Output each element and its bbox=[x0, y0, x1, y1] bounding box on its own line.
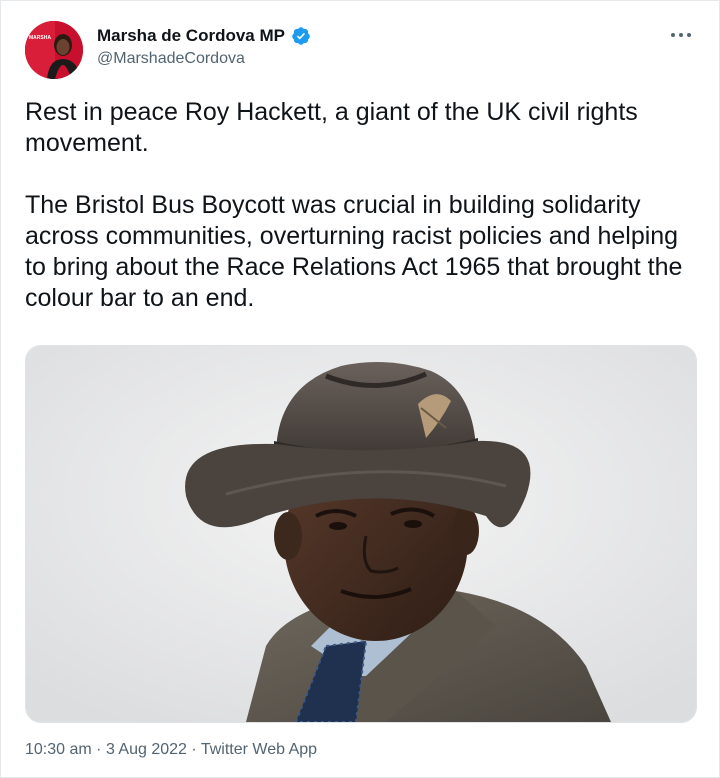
tweet-paragraph-1: Rest in peace Roy Hackett, a giant of th… bbox=[25, 98, 638, 157]
display-name[interactable]: Marsha de Cordova MP bbox=[97, 26, 285, 46]
tweet-photo[interactable] bbox=[25, 345, 697, 723]
tweet-date[interactable]: 3 Aug 2022 bbox=[106, 741, 187, 758]
verified-badge-icon bbox=[291, 26, 311, 46]
tweet-meta: 10:30 am · 3 Aug 2022 · Twitter Web App bbox=[25, 741, 317, 759]
author-handle[interactable]: @MarshadeCordova bbox=[97, 50, 311, 68]
author-names: Marsha de Cordova MP @MarshadeCordova bbox=[97, 26, 311, 68]
tweet-time[interactable]: 10:30 am bbox=[25, 741, 92, 758]
avatar-image: MARSHA bbox=[25, 21, 83, 79]
avatar[interactable]: MARSHA bbox=[25, 21, 83, 79]
more-options-icon[interactable] bbox=[667, 21, 695, 49]
tweet-card: MARSHA Marsha de Cordova MP @MarshadeCor… bbox=[0, 0, 720, 778]
meta-separator-1: · bbox=[91, 741, 106, 758]
portrait-photo bbox=[26, 346, 696, 722]
meta-separator-2: · bbox=[186, 741, 201, 758]
tweet-paragraph-2: The Bristol Bus Boycott was crucial in b… bbox=[25, 191, 683, 312]
tweet-header: MARSHA Marsha de Cordova MP @MarshadeCor… bbox=[25, 19, 699, 81]
avatar-badge-text: MARSHA bbox=[29, 35, 51, 41]
tweet-text: Rest in peace Roy Hackett, a giant of th… bbox=[25, 97, 705, 314]
tweet-source-app[interactable]: Twitter Web App bbox=[201, 741, 317, 758]
